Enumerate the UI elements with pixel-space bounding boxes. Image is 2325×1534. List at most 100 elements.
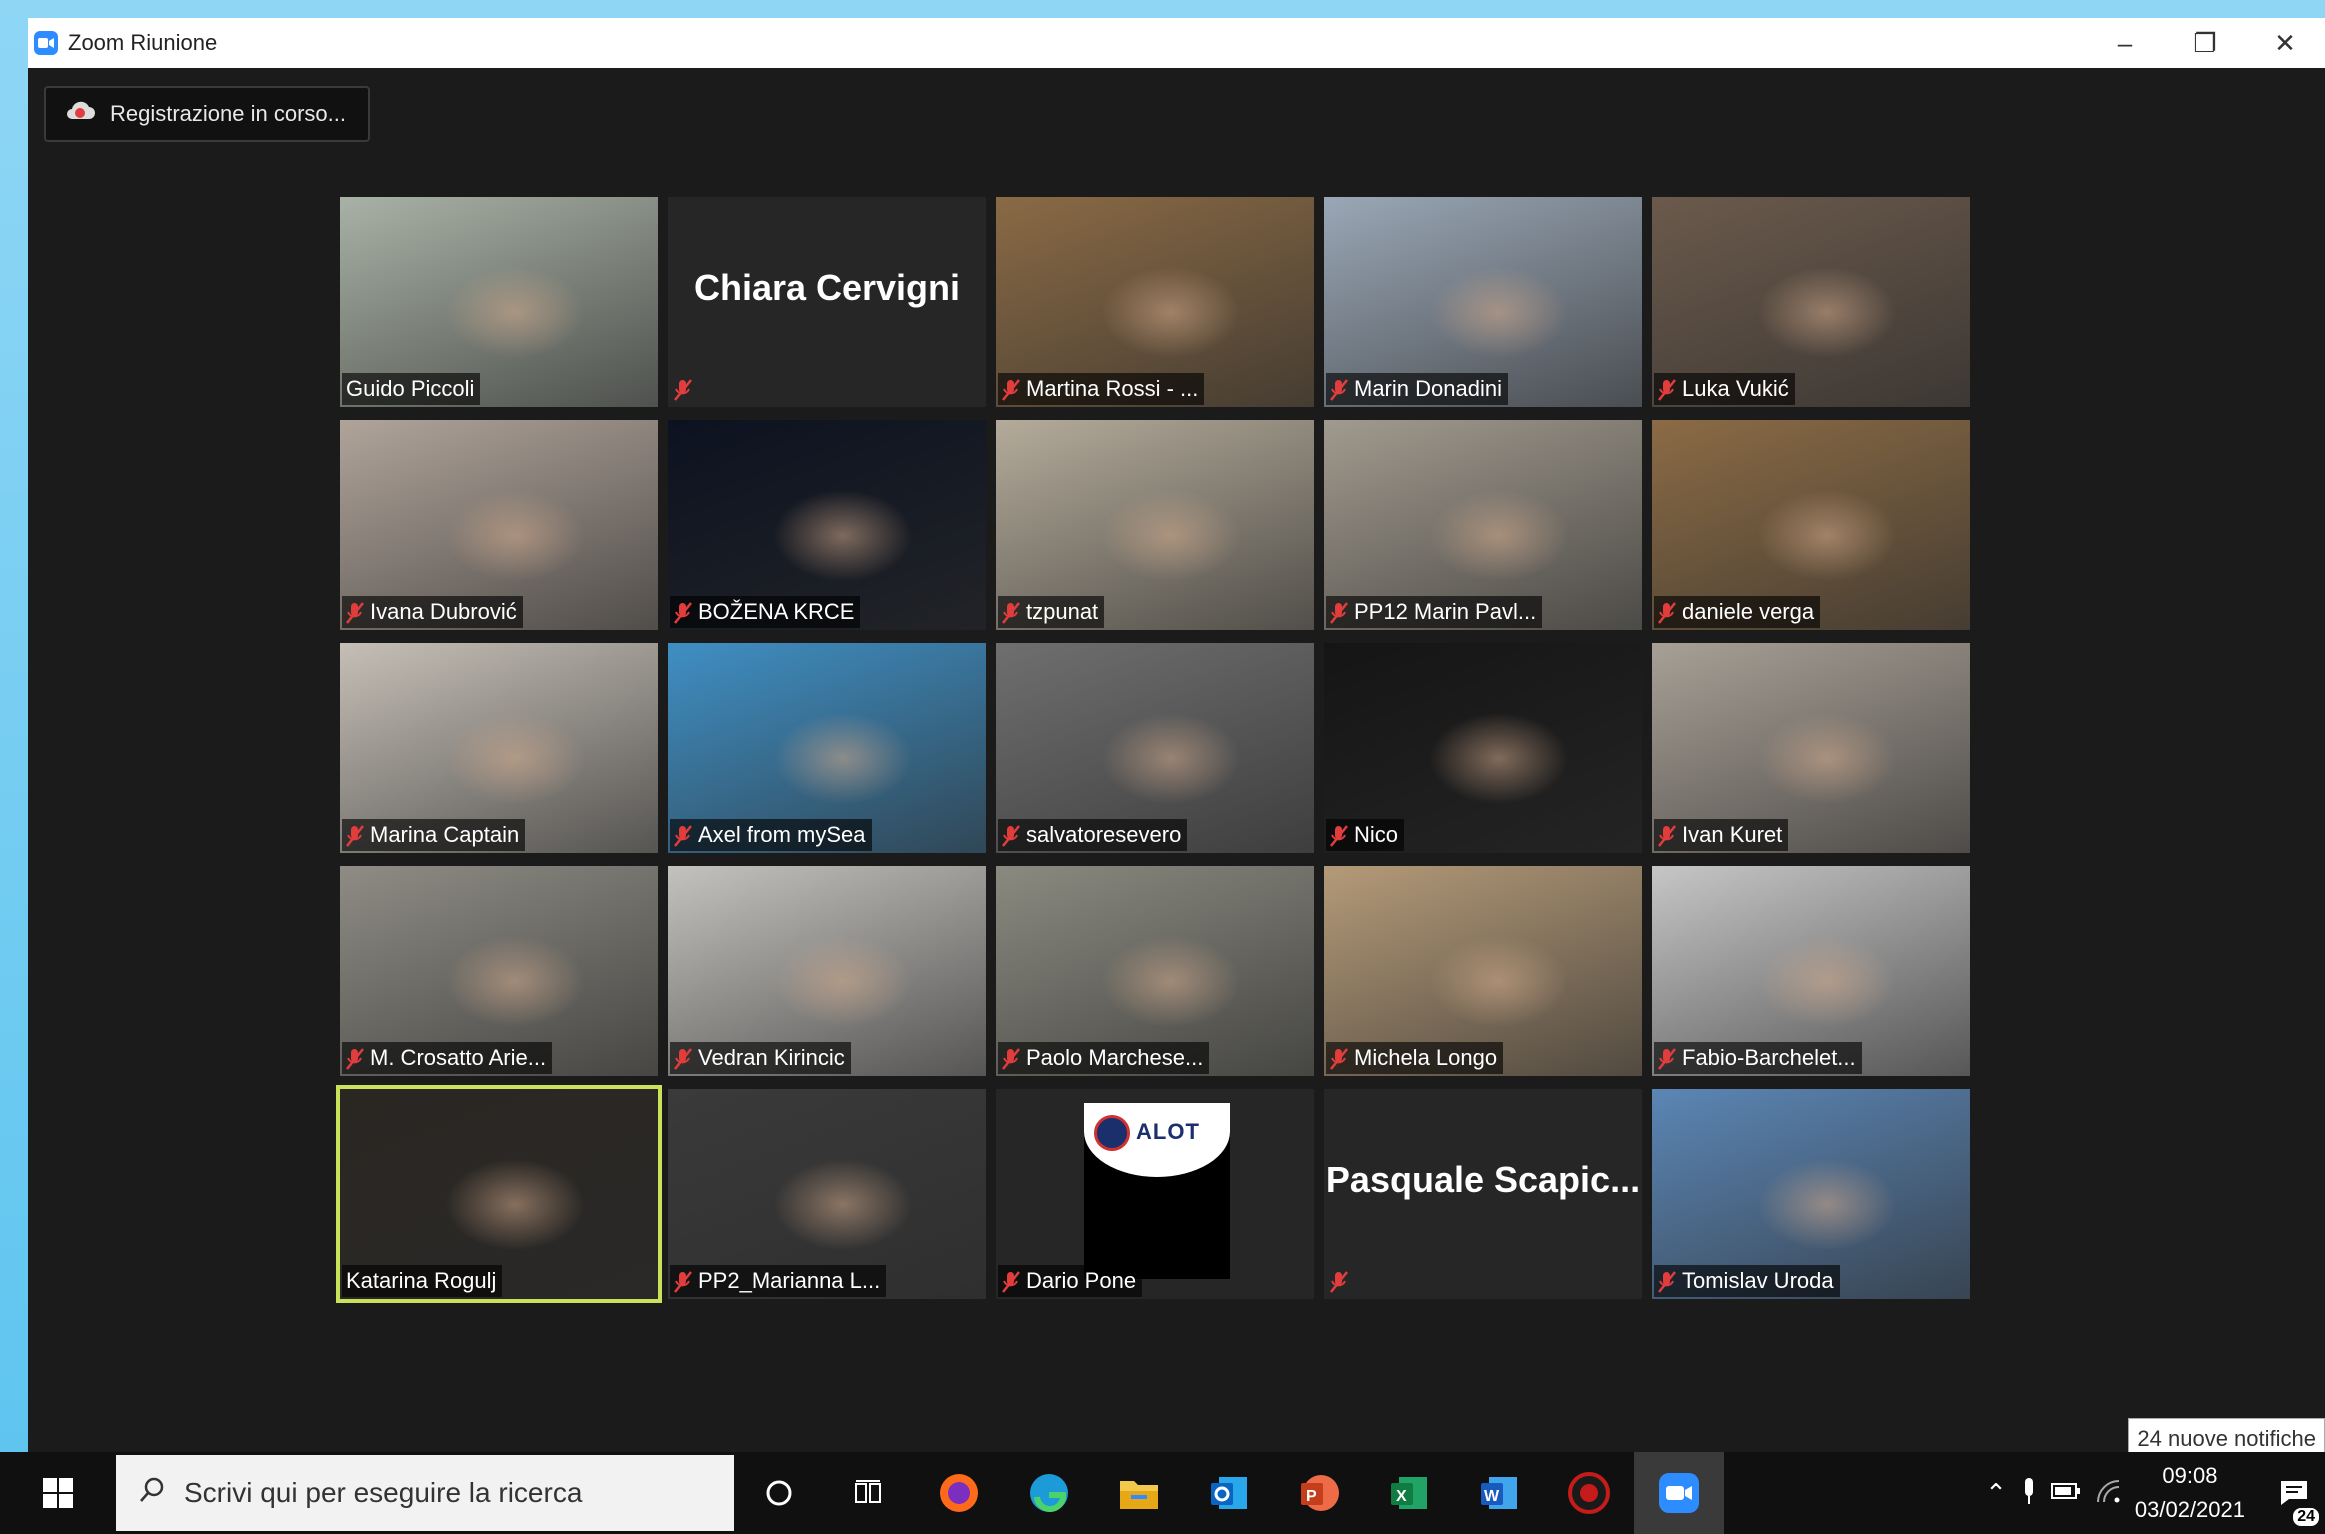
logo-text: ALOT: [1136, 1119, 1200, 1144]
participant-name: tzpunat: [1026, 599, 1099, 624]
mic-muted-icon: [346, 601, 364, 624]
file-explorer-button[interactable]: [1094, 1452, 1184, 1534]
word-icon: W: [1481, 1477, 1517, 1509]
participant-tile[interactable]: BOŽENA KRCE: [668, 420, 986, 630]
participant-name: Michela Longo: [1354, 1045, 1498, 1070]
mic-muted-icon: [1658, 601, 1676, 624]
participant-tile[interactable]: Fabio-Barchelet...: [1652, 866, 1970, 1076]
edge-button[interactable]: [1004, 1452, 1094, 1534]
show-hidden-icons-icon[interactable]: ⌃: [1985, 1478, 2007, 1509]
participant-tile[interactable]: ALOT Dario Pone: [996, 1089, 1314, 1299]
participant-tile[interactable]: PP2_Marianna L...: [668, 1089, 986, 1299]
mic-muted-icon: [1658, 824, 1676, 847]
participant-tile[interactable]: Chiara Cervigni: [668, 197, 986, 407]
action-center-button[interactable]: 24: [2263, 1452, 2325, 1534]
participant-tile[interactable]: Marina Captain: [340, 643, 658, 853]
mic-muted-icon: [1002, 378, 1020, 401]
participant-tile[interactable]: Ivan Kuret: [1652, 643, 1970, 853]
participant-tile[interactable]: Pasquale Scapic...: [1324, 1089, 1642, 1299]
cortana-button[interactable]: [734, 1452, 824, 1534]
powerpoint-icon: P: [1301, 1475, 1339, 1511]
participant-name: Paolo Marchese...: [1026, 1045, 1204, 1070]
participant-label: tzpunat: [998, 596, 1105, 628]
edge-icon: [1030, 1474, 1068, 1512]
taskbar: Scrivi qui per eseguire la ricerca P X W…: [0, 1452, 2325, 1534]
participant-label: Dario Pone: [998, 1265, 1143, 1297]
notification-count-badge: 24: [2293, 1508, 2319, 1526]
powerpoint-button[interactable]: P: [1274, 1452, 1364, 1534]
start-button[interactable]: [0, 1452, 116, 1534]
participant-name: PP2_Marianna L...: [698, 1268, 881, 1293]
participant-name: M. Crosatto Arie...: [370, 1045, 547, 1070]
mic-muted-icon: [1002, 824, 1020, 847]
participant-tile[interactable]: Ivana Dubrović: [340, 420, 658, 630]
mic-muted-icon: [1330, 378, 1348, 401]
mic-muted-icon: [1330, 601, 1348, 624]
mic-muted-icon: [1330, 824, 1348, 847]
firefox-icon: [940, 1474, 978, 1512]
participant-tile[interactable]: tzpunat: [996, 420, 1314, 630]
participant-name: Axel from mySea: [698, 822, 866, 847]
participant-label: Nico: [1326, 819, 1405, 851]
participant-name: Nico: [1354, 822, 1399, 847]
zoom-icon: [1659, 1473, 1699, 1513]
participant-name: Luka Vukić: [1682, 376, 1789, 401]
participant-label: daniele verga: [1654, 596, 1821, 628]
microphone-icon[interactable]: [2021, 1476, 2037, 1511]
firefox-button[interactable]: [914, 1452, 1004, 1534]
participant-tile[interactable]: PP12 Marin Pavl...: [1324, 420, 1642, 630]
participant-tile[interactable]: Luka Vukić: [1652, 197, 1970, 407]
participant-tile[interactable]: Tomislav Uroda: [1652, 1089, 1970, 1299]
mic-muted-icon: [1658, 1047, 1676, 1070]
participant-label: Martina Rossi - ...: [998, 373, 1205, 405]
wifi-icon[interactable]: [2095, 1478, 2121, 1509]
participant-tile[interactable]: Paolo Marchese...: [996, 866, 1314, 1076]
participant-label: PP12 Marin Pavl...: [1326, 596, 1543, 628]
excel-button[interactable]: X: [1364, 1452, 1454, 1534]
participant-name: Vedran Kirincic: [698, 1045, 845, 1070]
participant-tile[interactable]: salvatoresevero: [996, 643, 1314, 853]
participant-name: salvatoresevero: [1026, 822, 1182, 847]
red-app-button[interactable]: [1544, 1452, 1634, 1534]
clock[interactable]: 09:08 03/02/2021: [2135, 1459, 2245, 1527]
restore-button[interactable]: ❐: [2165, 18, 2245, 68]
participant-label: Michela Longo: [1326, 1042, 1504, 1074]
battery-icon[interactable]: [2050, 1481, 2081, 1506]
task-view-button[interactable]: [824, 1452, 914, 1534]
alot-logo: ALOT: [1084, 1103, 1230, 1279]
participant-tile[interactable]: Martina Rossi - ...: [996, 197, 1314, 407]
participant-name: Tomislav Uroda: [1682, 1268, 1834, 1293]
mic-muted-icon: [1658, 378, 1676, 401]
mic-muted-icon: [1002, 601, 1020, 624]
close-button[interactable]: ✕: [2245, 18, 2325, 68]
minimize-button[interactable]: –: [2085, 18, 2165, 68]
system-tray: ⌃ 09:08 03/02/2021 24: [1985, 1452, 2325, 1534]
notification-icon: [2281, 1481, 2307, 1505]
participant-name: Martina Rossi - ...: [1026, 376, 1199, 401]
taskbar-search[interactable]: Scrivi qui per eseguire la ricerca: [116, 1455, 734, 1531]
mic-muted-icon: [346, 824, 364, 847]
participant-tile[interactable]: Katarina Rogulj: [336, 1085, 662, 1303]
participant-label: salvatoresevero: [998, 819, 1188, 851]
participant-tile[interactable]: daniele verga: [1652, 420, 1970, 630]
search-placeholder: Scrivi qui per eseguire la ricerca: [184, 1477, 583, 1508]
participant-tile[interactable]: M. Crosatto Arie...: [340, 866, 658, 1076]
participant-tile[interactable]: Michela Longo: [1324, 866, 1642, 1076]
mic-muted-icon: [1002, 1270, 1020, 1293]
word-button[interactable]: W: [1454, 1452, 1544, 1534]
recording-label: Registrazione in corso...: [110, 101, 346, 126]
participant-name: PP12 Marin Pavl...: [1354, 599, 1537, 624]
participant-tile[interactable]: Vedran Kirincic: [668, 866, 986, 1076]
participant-tile[interactable]: Axel from mySea: [668, 643, 986, 853]
recording-indicator[interactable]: Registrazione in corso...: [44, 86, 370, 142]
zoom-taskbar-button[interactable]: [1634, 1452, 1724, 1534]
participant-tile[interactable]: Nico: [1324, 643, 1642, 853]
folder-icon: [1120, 1481, 1158, 1509]
mic-muted-icon: [1658, 1270, 1676, 1293]
outlook-button[interactable]: [1184, 1452, 1274, 1534]
participant-name-large: Pasquale Scapic...: [1325, 1159, 1641, 1200]
red-app-icon: [1568, 1472, 1610, 1514]
participant-tile[interactable]: Marin Donadini: [1324, 197, 1642, 407]
participant-name-large: Chiara Cervigni: [693, 267, 961, 308]
participant-tile[interactable]: Guido Piccoli: [340, 197, 658, 407]
